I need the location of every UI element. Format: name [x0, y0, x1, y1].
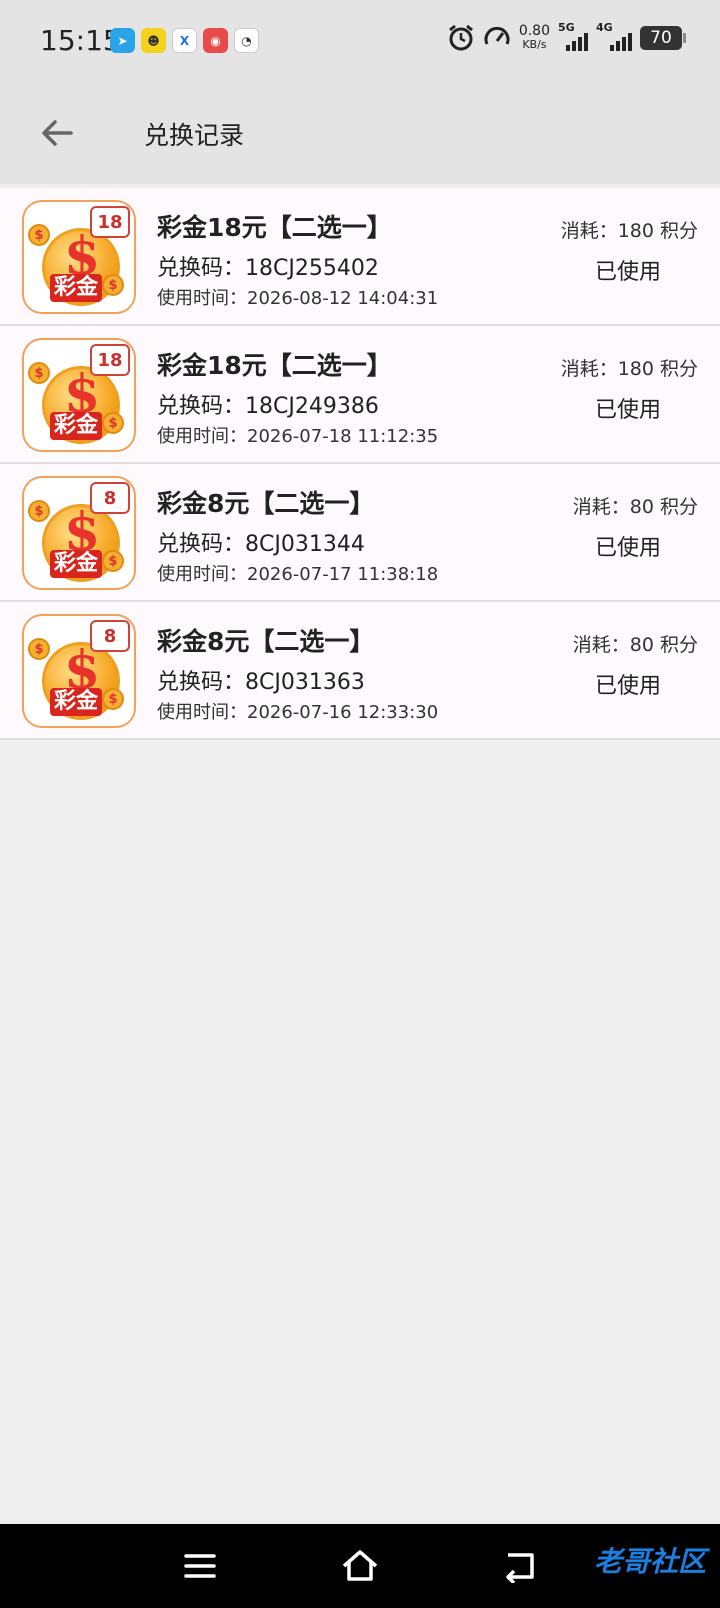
bonus-label: 彩金 — [50, 688, 103, 716]
small-coin-icon: $ — [28, 224, 50, 246]
back-nav-button[interactable] — [498, 1546, 542, 1586]
notification-icons: ➤ ☻ X ◉ ◔ — [110, 28, 259, 53]
record-item[interactable]: $ $ $ 彩金 8 彩金8元【二选一】 兑换码：8CJ031344 使用时间：… — [0, 464, 720, 602]
app-header: 兑换记录 — [0, 84, 720, 184]
redeem-code: 兑换码：18CJ255402 — [157, 256, 379, 281]
bonus-label: 彩金 — [50, 412, 103, 440]
yellow-app-icon: ☻ — [141, 28, 166, 53]
arrow-left-icon — [42, 120, 73, 146]
used-time: 使用时间：2026-07-17 11:38:18 — [157, 564, 439, 585]
record-title: 彩金18元【二选一】 — [157, 213, 392, 242]
redeem-code: 兑换码：8CJ031363 — [157, 670, 365, 695]
bonus-label: 彩金 — [50, 274, 103, 302]
bonus-thumbnail: $ $ $ 彩金 8 — [22, 614, 136, 728]
signal-4g-label: 4G — [596, 21, 613, 34]
signal-4g-icon: 4G — [596, 21, 632, 51]
signal-5g-label: 5G — [558, 21, 575, 34]
points-cost: 消耗：80 积分 — [572, 634, 698, 656]
small-coin-icon: $ — [102, 412, 124, 434]
points-cost: 消耗：80 积分 — [572, 496, 698, 518]
status-time: 15:15 — [40, 24, 121, 57]
alarm-icon — [448, 24, 473, 51]
record-item[interactable]: $ $ $ 彩金 18 彩金18元【二选一】 兑换码：18CJ255402 使用… — [0, 188, 720, 326]
small-coin-icon: $ — [102, 550, 124, 572]
small-coin-icon: $ — [28, 638, 50, 660]
x-app-icon: X — [172, 28, 197, 53]
network-speed: 0.80 KB/s — [519, 24, 550, 52]
menu-button[interactable] — [178, 1546, 222, 1586]
record-list: $ $ $ 彩金 18 彩金18元【二选一】 兑换码：18CJ255402 使用… — [0, 188, 720, 740]
back-nav-icon — [506, 1553, 534, 1583]
speedometer-icon — [484, 26, 510, 45]
status-right: 0.80 KB/s 5G 4G 70 — [447, 21, 686, 52]
menu-icon — [184, 1554, 216, 1578]
page-title: 兑换记录 — [144, 121, 245, 150]
speed-unit: KB/s — [522, 38, 547, 51]
small-coin-icon: $ — [102, 274, 124, 296]
status-bar: 15:15 ➤ ☻ X ◉ ◔ 0.80 KB/s 5G 4G 70 — [0, 0, 720, 84]
used-time: 使用时间：2026-07-16 12:33:30 — [157, 702, 439, 723]
points-cost: 消耗：180 积分 — [560, 220, 698, 242]
record-item[interactable]: $ $ $ 彩金 18 彩金18元【二选一】 兑换码：18CJ249386 使用… — [0, 326, 720, 464]
watermark-logo: 老哥社区 — [593, 1545, 706, 1578]
used-time: 使用时间：2026-08-12 14:04:31 — [157, 288, 439, 309]
telegram-app-icon: ➤ — [110, 28, 135, 53]
small-coin-icon: $ — [28, 362, 50, 384]
status-badge: 已使用 — [595, 398, 662, 423]
bonus-thumbnail: $ $ $ 彩金 18 — [22, 200, 136, 314]
small-coin-icon: $ — [102, 688, 124, 710]
amount-tag: 8 — [90, 482, 130, 514]
amount-tag: 18 — [90, 206, 130, 238]
speed-value: 0.80 — [518, 23, 550, 39]
status-badge: 已使用 — [595, 536, 662, 561]
points-cost: 消耗：180 积分 — [560, 358, 698, 380]
red-app-icon: ◉ — [203, 28, 228, 53]
status-badge: 已使用 — [595, 674, 662, 699]
redeem-code: 兑换码：18CJ249386 — [157, 394, 379, 419]
battery-icon: 70 — [640, 26, 686, 50]
bonus-thumbnail: $ $ $ 彩金 8 — [22, 476, 136, 590]
amount-tag: 8 — [90, 620, 130, 652]
record-item[interactable]: $ $ $ 彩金 8 彩金8元【二选一】 兑换码：8CJ031363 使用时间：… — [0, 602, 720, 740]
home-button[interactable] — [338, 1546, 382, 1586]
record-title: 彩金8元【二选一】 — [157, 489, 375, 518]
status-badge: 已使用 — [595, 260, 662, 285]
bonus-thumbnail: $ $ $ 彩金 18 — [22, 338, 136, 452]
record-title: 彩金8元【二选一】 — [157, 627, 375, 656]
small-coin-icon: $ — [28, 500, 50, 522]
clock-app-icon: ◔ — [234, 28, 259, 53]
home-icon — [342, 1550, 378, 1581]
redeem-code: 兑换码：8CJ031344 — [157, 532, 365, 557]
signal-5g-icon: 5G — [558, 21, 588, 51]
record-title: 彩金18元【二选一】 — [157, 351, 392, 380]
used-time: 使用时间：2026-07-18 11:12:35 — [157, 426, 439, 447]
system-nav-bar: 老哥社区 — [0, 1524, 720, 1608]
amount-tag: 18 — [90, 344, 130, 376]
back-button[interactable] — [32, 108, 82, 158]
bonus-label: 彩金 — [50, 550, 103, 578]
